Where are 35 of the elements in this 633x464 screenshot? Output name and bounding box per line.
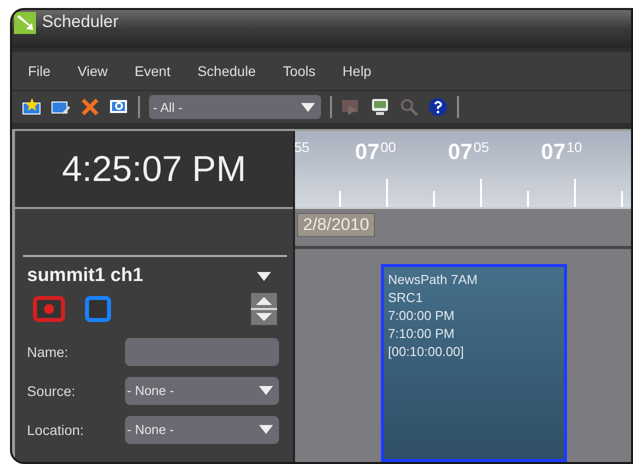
channel-name: summit1 ch1 [27,265,144,287]
caret-icon [301,102,315,112]
caret-icon [257,272,271,280]
menu-item[interactable]: View [78,63,108,79]
event-text: [00:10:00.00] [388,343,465,361]
delete-icon[interactable] [80,97,100,117]
select-field[interactable]: - None - [125,376,279,404]
filter-dropdown[interactable]: - All - [149,95,321,119]
event-text: 7:00:00 PM [388,307,456,325]
date-label: 2/8/2010 [297,213,376,237]
record-icon[interactable] [33,296,65,322]
event-text: NewsPath 7AM [388,271,479,289]
caret-icon [259,425,273,434]
app-logo-icon [14,12,36,34]
spinner-icon[interactable] [251,293,277,325]
clock-display: 4:25:07 PM [15,131,293,209]
help-icon[interactable] [428,97,448,117]
monitor-icon[interactable] [370,97,390,117]
event-text: 7:10:00 PM [388,325,456,343]
caret-icon [259,386,273,395]
new-event-icon[interactable] [22,97,42,117]
field-label: Location: [27,422,85,438]
event-block[interactable]: NewsPath 7AM SRC1 7:00:00 PM 7:10:00 PM [00:10:00.00] [381,264,567,462]
select-field[interactable]: - None - [125,416,279,444]
menu-item[interactable]: File [28,63,51,79]
menu-item[interactable]: Tools [282,63,316,79]
input-field[interactable] [125,338,279,366]
stop-icon[interactable] [85,296,111,322]
field-label: Name: [27,344,70,360]
event-text: SRC1 [388,289,424,307]
window-title: Scheduler [42,12,119,32]
field-label: Source: [27,382,76,398]
menu-item[interactable]: Event [134,63,170,79]
menu-item[interactable]: Schedule [197,63,256,79]
menu-item[interactable]: Help [342,63,372,79]
